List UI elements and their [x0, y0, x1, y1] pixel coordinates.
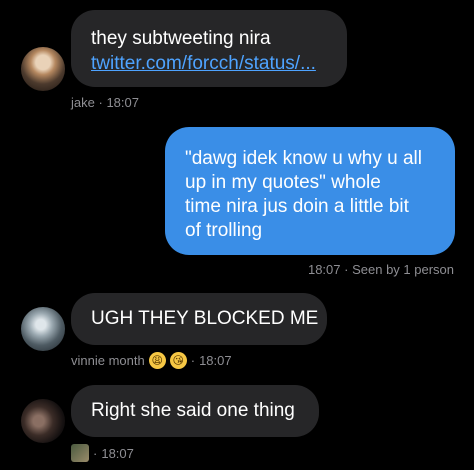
seen-status: Seen by 1 person [352, 262, 454, 277]
avatar-sender-4[interactable] [21, 399, 65, 443]
message-line: time nira jus doin a little bit [185, 196, 409, 217]
weary-face-emoji-icon: 😩 [148, 352, 166, 369]
timestamp: 18:07 [101, 445, 134, 461]
sender-name: jake [71, 95, 95, 110]
message-bubble-4[interactable]: Right she said one thing [71, 385, 319, 437]
message-meta-2: 18:07 · Seen by 1 person [308, 262, 454, 277]
message-meta-3: vinnie month 😩 😘 · 18:07 [71, 352, 232, 369]
message-line: up in my quotes" whole [185, 172, 381, 193]
message-link[interactable]: twitter.com/forcch/status/... [91, 51, 347, 76]
kiss-face-emoji-icon: 😘 [169, 352, 187, 369]
message-line: of trolling [185, 220, 263, 241]
message-meta-1: jake · 18:07 [71, 95, 139, 110]
meta-separator: · [344, 262, 353, 277]
message-text: they subtweeting nira [91, 28, 271, 49]
message-text: Right she said one thing [91, 400, 295, 421]
timestamp: 18:07 [199, 353, 232, 368]
message-meta-4: · 18:07 [71, 444, 134, 462]
timestamp: 18:07 [307, 262, 341, 277]
message-bubble-2-outgoing[interactable]: "dawg idek know u why u all up in my quo… [165, 127, 455, 255]
avatar-vinnie[interactable] [21, 307, 65, 351]
user-avatar-thumbnail-icon [71, 444, 89, 462]
timestamp: 18:07 [106, 95, 139, 110]
sender-name: vinnie month [71, 353, 145, 368]
message-text: UGH THEY BLOCKED ME [91, 308, 319, 329]
meta-separator: · [93, 445, 98, 461]
message-line: "dawg idek know u why u all [185, 148, 422, 169]
message-bubble-1[interactable]: they subtweeting nira twitter.com/forcch… [71, 10, 347, 87]
avatar-jake[interactable] [21, 47, 65, 91]
meta-separator: · [190, 353, 196, 368]
message-bubble-3[interactable]: UGH THEY BLOCKED ME [71, 293, 327, 345]
